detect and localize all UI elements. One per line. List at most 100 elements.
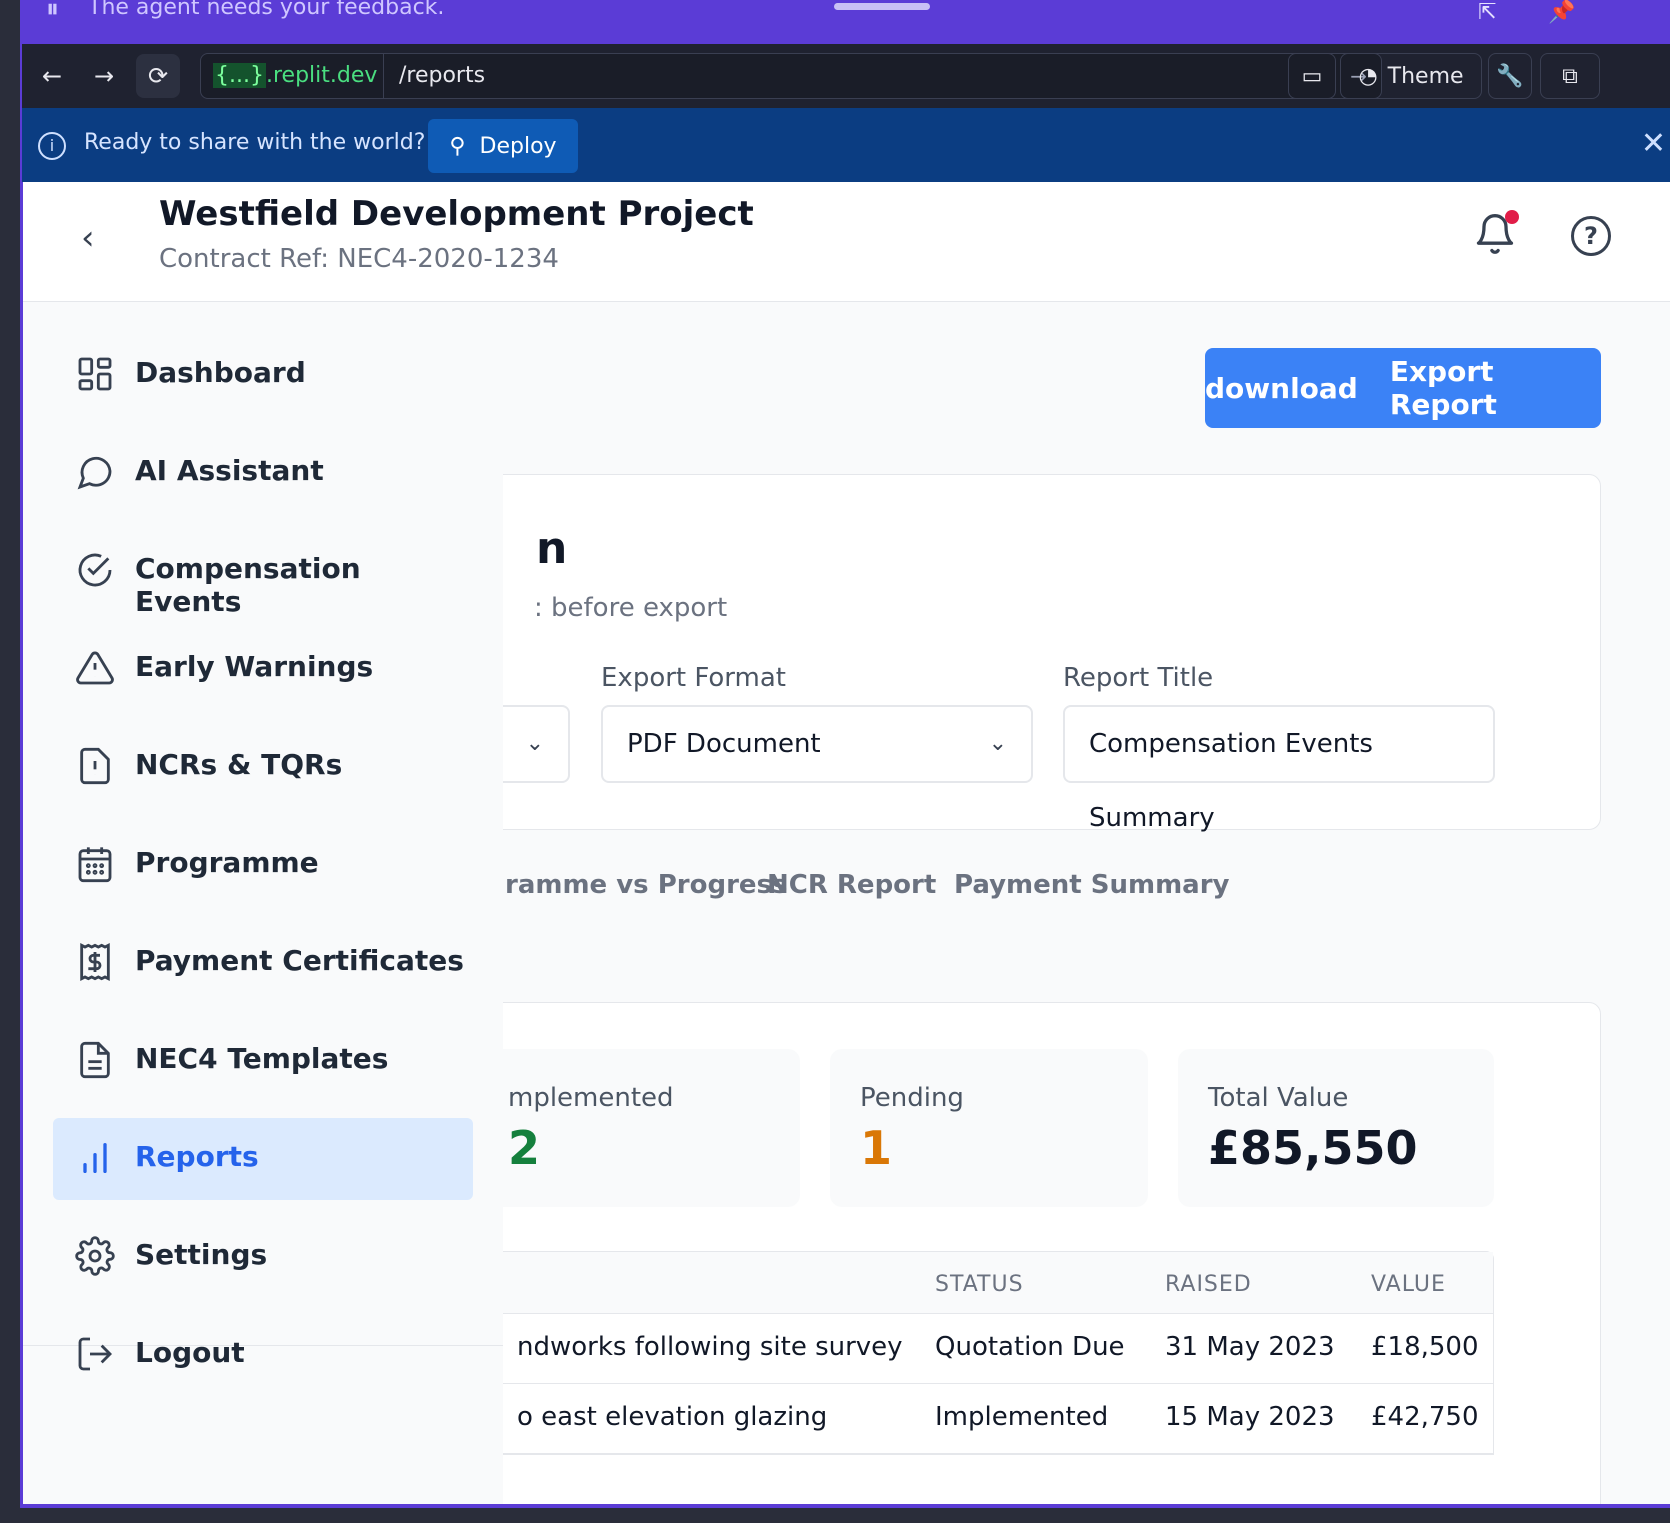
palette-icon: ◔: [1358, 63, 1378, 89]
chat-icon: [77, 456, 112, 490]
row-status: Quotation Due: [935, 1332, 1125, 1362]
row-title: ndworks following site survey: [517, 1332, 903, 1362]
deploy-banner-text: Ready to share with the world?: [84, 130, 426, 155]
theme-button[interactable]: ◔ Theme: [1340, 53, 1482, 99]
drag-handle[interactable]: [834, 3, 930, 10]
stat-pending: Pending 1: [830, 1049, 1148, 1207]
table-row[interactable]: o east elevation glazing Implemented 15 …: [425, 1384, 1493, 1454]
chevron-down-icon: ⌄: [988, 731, 1007, 756]
tab-ncr-report[interactable]: NCR Report: [767, 870, 936, 900]
row-title: o east elevation glazing: [517, 1402, 828, 1432]
row-value: £42,750: [1371, 1402, 1479, 1432]
sidebar-item-label: Compensation Events: [135, 552, 361, 618]
deploy-icon: ⚲: [449, 133, 466, 159]
devtools-wrench-icon[interactable]: 🔧: [1488, 53, 1532, 99]
file-alert-icon: [80, 747, 110, 785]
table-header: STATUS RAISED VALUE: [425, 1252, 1493, 1314]
bar-chart-icon: [83, 1143, 107, 1173]
url-path: /reports: [399, 63, 486, 88]
help-icon[interactable]: ?: [1571, 216, 1611, 256]
sidebar-item-label: Programme: [135, 846, 319, 879]
document-icon: [80, 1041, 110, 1079]
sidebar: Dashboard AI Assistant Compensation Even…: [23, 302, 503, 1504]
deploy-button[interactable]: ⚲ Deploy: [428, 119, 578, 173]
sidebar-item-compensation-events[interactable]: Compensation Events: [53, 530, 473, 618]
tab-payment-summary[interactable]: Payment Summary: [954, 870, 1230, 900]
sidebar-item-label: NEC4 Templates: [135, 1042, 389, 1075]
report-title-value: Compensation Events Summary: [1089, 729, 1373, 833]
report-preview-card: mplemented 2 Pending 1 Total Value £85,5…: [323, 1002, 1601, 1504]
export-report-button[interactable]: download Export Report: [1205, 348, 1601, 428]
notification-dot: [1505, 210, 1519, 224]
tab-programme-vs-progress[interactable]: ramme vs Progress: [505, 870, 787, 900]
sidebar-item-label: Logout: [135, 1336, 245, 1369]
sidebar-item-logout[interactable]: Logout: [53, 1314, 473, 1396]
address-bar[interactable]: {...}.replit.dev /reports →: [200, 53, 1382, 99]
back-arrow-icon[interactable]: ←: [30, 54, 74, 98]
chevron-left-icon[interactable]: ‹: [81, 218, 95, 258]
url-host: {...}.replit.dev: [201, 54, 384, 98]
pin-icon[interactable]: 📌: [1548, 0, 1575, 25]
screen: ⏸ The agent needs your feedback. ⇱ 📌 ← →…: [0, 0, 1670, 1523]
info-icon: i: [38, 132, 66, 160]
open-external-icon[interactable]: ⧉: [1540, 53, 1600, 99]
notifications-bell-icon[interactable]: [1473, 210, 1521, 258]
export-format-label: Export Format: [601, 663, 786, 693]
sidebar-item-label: NCRs & TQRs: [135, 748, 343, 781]
col-status: STATUS: [935, 1272, 1024, 1297]
row-status: Implemented: [935, 1402, 1109, 1432]
logout-icon: [78, 1337, 113, 1371]
export-format-value: PDF Document: [627, 729, 821, 759]
agent-feedback-bar: ⏸ The agent needs your feedback. ⇱ 📌: [22, 0, 1670, 44]
url-host-domain: .replit.dev: [265, 63, 378, 88]
stat-label: Pending: [860, 1083, 964, 1113]
export-report-label: Export Report: [1389, 355, 1497, 421]
sidebar-item-nec4-templates[interactable]: NEC4 Templates: [53, 1020, 473, 1102]
row-raised: 31 May 2023: [1165, 1332, 1335, 1362]
receipt-icon: [80, 943, 110, 981]
url-host-brace: {...}: [213, 63, 266, 88]
expand-icon[interactable]: ⇱: [1478, 0, 1496, 25]
sidebar-item-dashboard[interactable]: Dashboard: [53, 334, 473, 416]
device-preview-icon[interactable]: ▭: [1288, 53, 1336, 99]
app-header: ‹ Westfield Development Project Contract…: [23, 182, 1670, 302]
stat-label: Total Value: [1208, 1083, 1349, 1113]
sidebar-item-reports[interactable]: Reports: [53, 1118, 473, 1200]
stat-total-value: Total Value £85,550: [1178, 1049, 1494, 1207]
sidebar-item-label: Reports: [135, 1140, 259, 1173]
dashboard-icon: [78, 357, 112, 391]
sidebar-item-ncrs-tqrs[interactable]: NCRs & TQRs: [53, 726, 473, 808]
table-row[interactable]: ndworks following site survey Quotation …: [425, 1314, 1493, 1384]
sidebar-item-programme[interactable]: Programme: [53, 824, 473, 906]
calendar-icon: [78, 847, 112, 883]
row-value: £18,500: [1371, 1332, 1479, 1362]
card-subtitle: : before export: [534, 593, 728, 623]
col-value: VALUE: [1371, 1272, 1446, 1297]
stat-value: £85,550: [1208, 1121, 1418, 1175]
warning-icon: [76, 651, 114, 685]
browser-toolbar: ← → ⟳ {...}.replit.dev /reports → ▭ ◔ Th…: [22, 44, 1670, 108]
pause-icon[interactable]: ⏸: [46, 0, 59, 25]
report-config-card: n : before export ⌄ Export Format PDF Do…: [323, 474, 1601, 833]
sidebar-item-early-warnings[interactable]: Early Warnings: [53, 628, 473, 710]
report-title-label: Report Title: [1063, 663, 1214, 693]
sidebar-item-ai-assistant[interactable]: AI Assistant: [53, 432, 473, 514]
report-title-input[interactable]: Compensation Events Summary: [1063, 705, 1495, 833]
page-title: Westfield Development Project: [159, 194, 754, 234]
sidebar-item-label: Settings: [135, 1238, 268, 1271]
sidebar-item-label: Dashboard: [135, 356, 306, 389]
card-title: n: [536, 523, 568, 574]
stat-value: 1: [860, 1121, 893, 1175]
chevron-down-icon: ⌄: [525, 731, 544, 756]
contract-ref: Contract Ref: NEC4-2020-1234: [159, 244, 559, 274]
stat-value: 2: [508, 1121, 541, 1175]
sidebar-item-payment-certificates[interactable]: Payment Certificates: [53, 922, 473, 1004]
reload-icon[interactable]: ⟳: [136, 54, 180, 98]
export-format-select[interactable]: PDF Document ⌄: [601, 705, 1033, 783]
events-table: STATUS RAISED VALUE ndworks following si…: [424, 1251, 1494, 1455]
sidebar-item-settings[interactable]: Settings: [53, 1216, 473, 1298]
forward-arrow-icon[interactable]: →: [82, 54, 126, 98]
close-icon[interactable]: ✕: [1641, 126, 1666, 161]
theme-button-label: Theme: [1387, 63, 1464, 89]
sidebar-item-label: Payment Certificates: [135, 944, 464, 977]
